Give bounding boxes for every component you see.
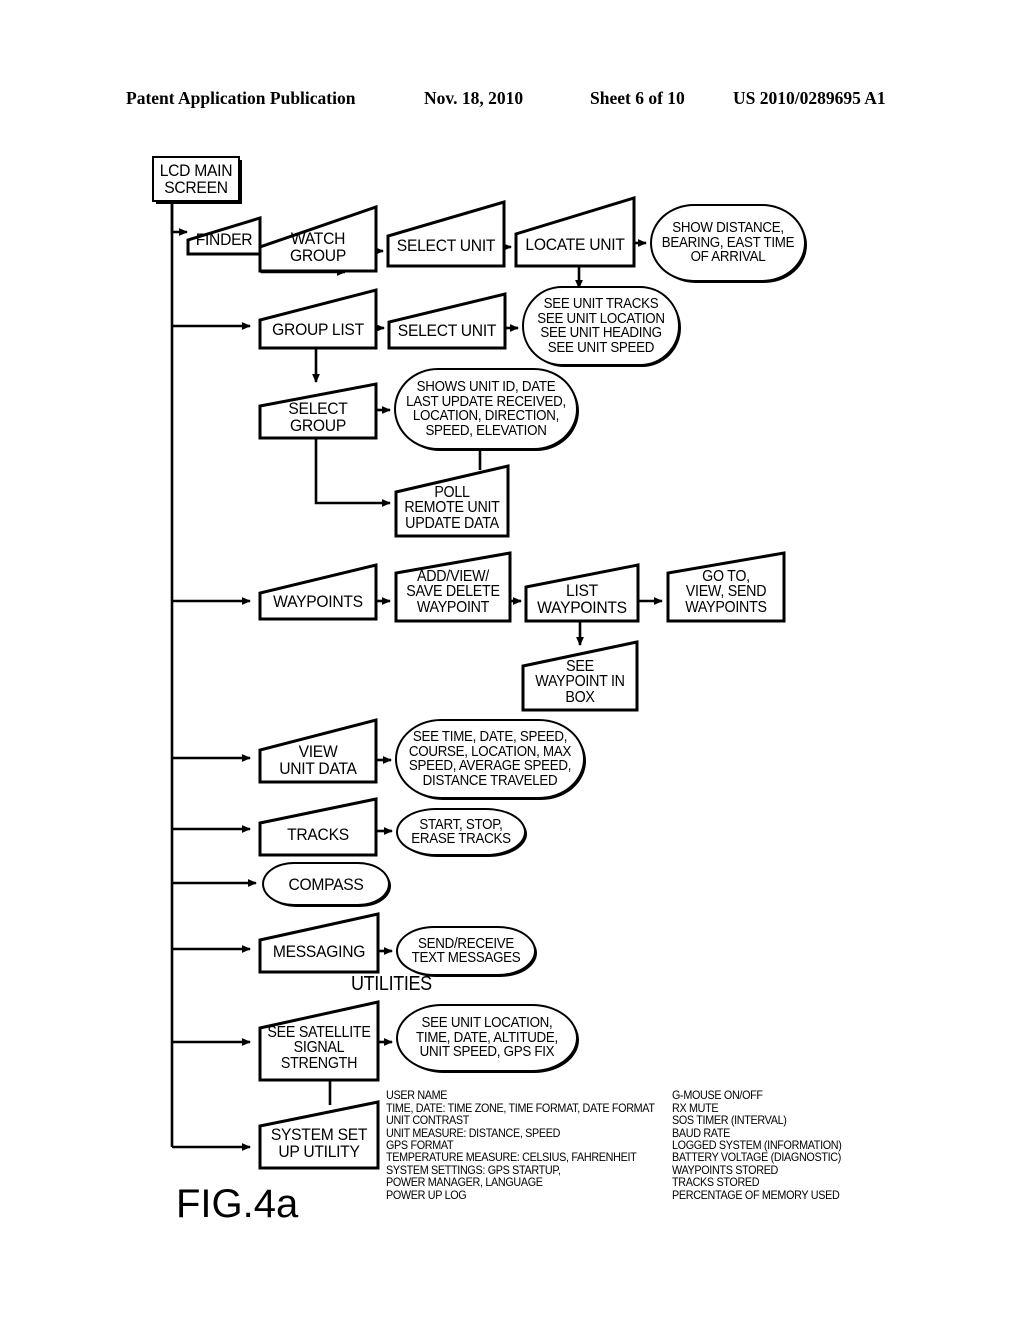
system-setup-options-right-column: G-MOUSE ON/OFF RX MUTE SOS TIMER (INTERV… xyxy=(672,1078,902,1214)
node-label: SELECT UNIT xyxy=(396,235,496,255)
node-label: SHOW DISTANCE, BEARING, EAST TIME OF ARR… xyxy=(661,220,795,266)
node-see-time-date-speed-course[interactable]: SEE TIME, DATE, SPEED, COURSE, LOCATION,… xyxy=(395,719,585,799)
node-system-set-up-utility[interactable]: SYSTEM SET UP UTILITY xyxy=(258,1100,380,1170)
node-compass[interactable]: COMPASS xyxy=(262,862,390,906)
node-label: SELECT UNIT xyxy=(397,320,497,340)
node-go-to-view-send-waypoints[interactable]: GO TO, VIEW, SEND WAYPOINTS xyxy=(666,551,786,623)
node-label: VIEW UNIT DATA xyxy=(279,742,357,778)
node-shows-unit-id-date-update[interactable]: SHOWS UNIT ID, DATE LAST UPDATE RECEIVED… xyxy=(394,368,578,450)
node-label: LIST WAYPOINTS xyxy=(537,581,627,617)
node-waypoints[interactable]: WAYPOINTS xyxy=(258,563,378,621)
node-label: SYSTEM SET UP UTILITY xyxy=(270,1125,368,1161)
node-watch-group[interactable]: WATCH GROUP xyxy=(258,205,378,273)
node-label: SEE SATELLITE SIGNAL STRENGTH xyxy=(267,1023,371,1072)
node-label: POLL REMOTE UNIT UPDATE DATA xyxy=(404,483,500,532)
node-label: WAYPOINTS xyxy=(273,591,363,611)
node-label: FINDER xyxy=(195,229,253,249)
node-label: SEE UNIT TRACKS SEE UNIT LOCATION SEE UN… xyxy=(537,296,665,356)
node-add-view-save-delete-waypoint[interactable]: ADD/VIEW/ SAVE DELETE WAYPOINT xyxy=(394,551,512,623)
figure-label: FIG.4a xyxy=(176,1182,298,1227)
node-see-waypoint-in-box[interactable]: SEE WAYPOINT IN BOX xyxy=(521,640,639,712)
node-select-unit-2[interactable]: SELECT UNIT xyxy=(387,292,507,350)
node-show-distance-bearing-eta[interactable]: SHOW DISTANCE, BEARING, EAST TIME OF ARR… xyxy=(650,204,806,282)
node-see-unit-tracks-location-heading-speed[interactable]: SEE UNIT TRACKS SEE UNIT LOCATION SEE UN… xyxy=(522,286,680,366)
node-label: LCD MAIN SCREEN xyxy=(159,161,233,197)
node-label: GO TO, VIEW, SEND WAYPOINTS xyxy=(685,567,767,616)
node-select-group[interactable]: SELECT GROUP xyxy=(258,382,378,440)
node-label: SEE TIME, DATE, SPEED, COURSE, LOCATION,… xyxy=(408,729,572,789)
node-see-unit-location-time-date-altitude[interactable]: SEE UNIT LOCATION, TIME, DATE, ALTITUDE,… xyxy=(396,1004,578,1072)
node-label: GROUP LIST xyxy=(272,319,364,339)
figure-label-text: FIG.4a xyxy=(176,1182,299,1226)
system-setup-options-left-column: USER NAME TIME, DATE: TIME ZONE, TIME FO… xyxy=(386,1078,676,1214)
node-group-list[interactable]: GROUP LIST xyxy=(258,288,378,350)
node-view-unit-data[interactable]: VIEW UNIT DATA xyxy=(258,718,378,784)
node-label: COMPASS xyxy=(288,874,364,894)
node-finder[interactable]: FINDER xyxy=(186,216,262,256)
node-messaging[interactable]: MESSAGING xyxy=(258,912,380,974)
node-label: SEE WAYPOINT IN BOX xyxy=(535,657,625,706)
node-send-receive-text-messages[interactable]: SEND/RECEIVE TEXT MESSAGES xyxy=(396,926,536,976)
node-label: LOCATE UNIT xyxy=(525,234,625,254)
figure-4a-flowchart: LCD MAIN SCREEN FINDER WATCH GROUP SELEC… xyxy=(0,0,1024,1320)
node-poll-remote-unit[interactable]: POLL REMOTE UNIT UPDATE DATA xyxy=(394,464,510,538)
node-lcd-main-screen[interactable]: LCD MAIN SCREEN xyxy=(152,156,240,202)
node-label: ADD/VIEW/ SAVE DELETE WAYPOINT xyxy=(406,567,500,616)
node-label: SEND/RECEIVE TEXT MESSAGES xyxy=(411,935,521,966)
node-list-waypoints[interactable]: LIST WAYPOINTS xyxy=(524,563,640,623)
node-locate-unit[interactable]: LOCATE UNIT xyxy=(514,196,636,268)
node-label: START, STOP, ERASE TRACKS xyxy=(411,816,511,847)
node-select-unit-1[interactable]: SELECT UNIT xyxy=(386,200,506,268)
node-label: SHOWS UNIT ID, DATE LAST UPDATE RECEIVED… xyxy=(406,379,566,439)
utilities-section-label: UTILITIES xyxy=(345,973,465,996)
node-label: TRACKS xyxy=(287,824,349,844)
right-options-text: G-MOUSE ON/OFF RX MUTE SOS TIMER (INTERV… xyxy=(672,1089,842,1202)
node-see-satellite-signal-strength[interactable]: SEE SATELLITE SIGNAL STRENGTH xyxy=(258,1000,380,1082)
node-label: SEE UNIT LOCATION, TIME, DATE, ALTITUDE,… xyxy=(416,1015,558,1061)
left-options-text: USER NAME TIME, DATE: TIME ZONE, TIME FO… xyxy=(386,1089,655,1202)
node-label: MESSAGING xyxy=(272,941,366,961)
node-tracks[interactable]: TRACKS xyxy=(258,797,378,857)
node-start-stop-erase-tracks[interactable]: START, STOP, ERASE TRACKS xyxy=(396,808,526,856)
node-label: WATCH GROUP xyxy=(290,229,346,265)
node-label: SELECT GROUP xyxy=(288,399,348,435)
utilities-label-text: UTILITIES xyxy=(351,973,432,995)
